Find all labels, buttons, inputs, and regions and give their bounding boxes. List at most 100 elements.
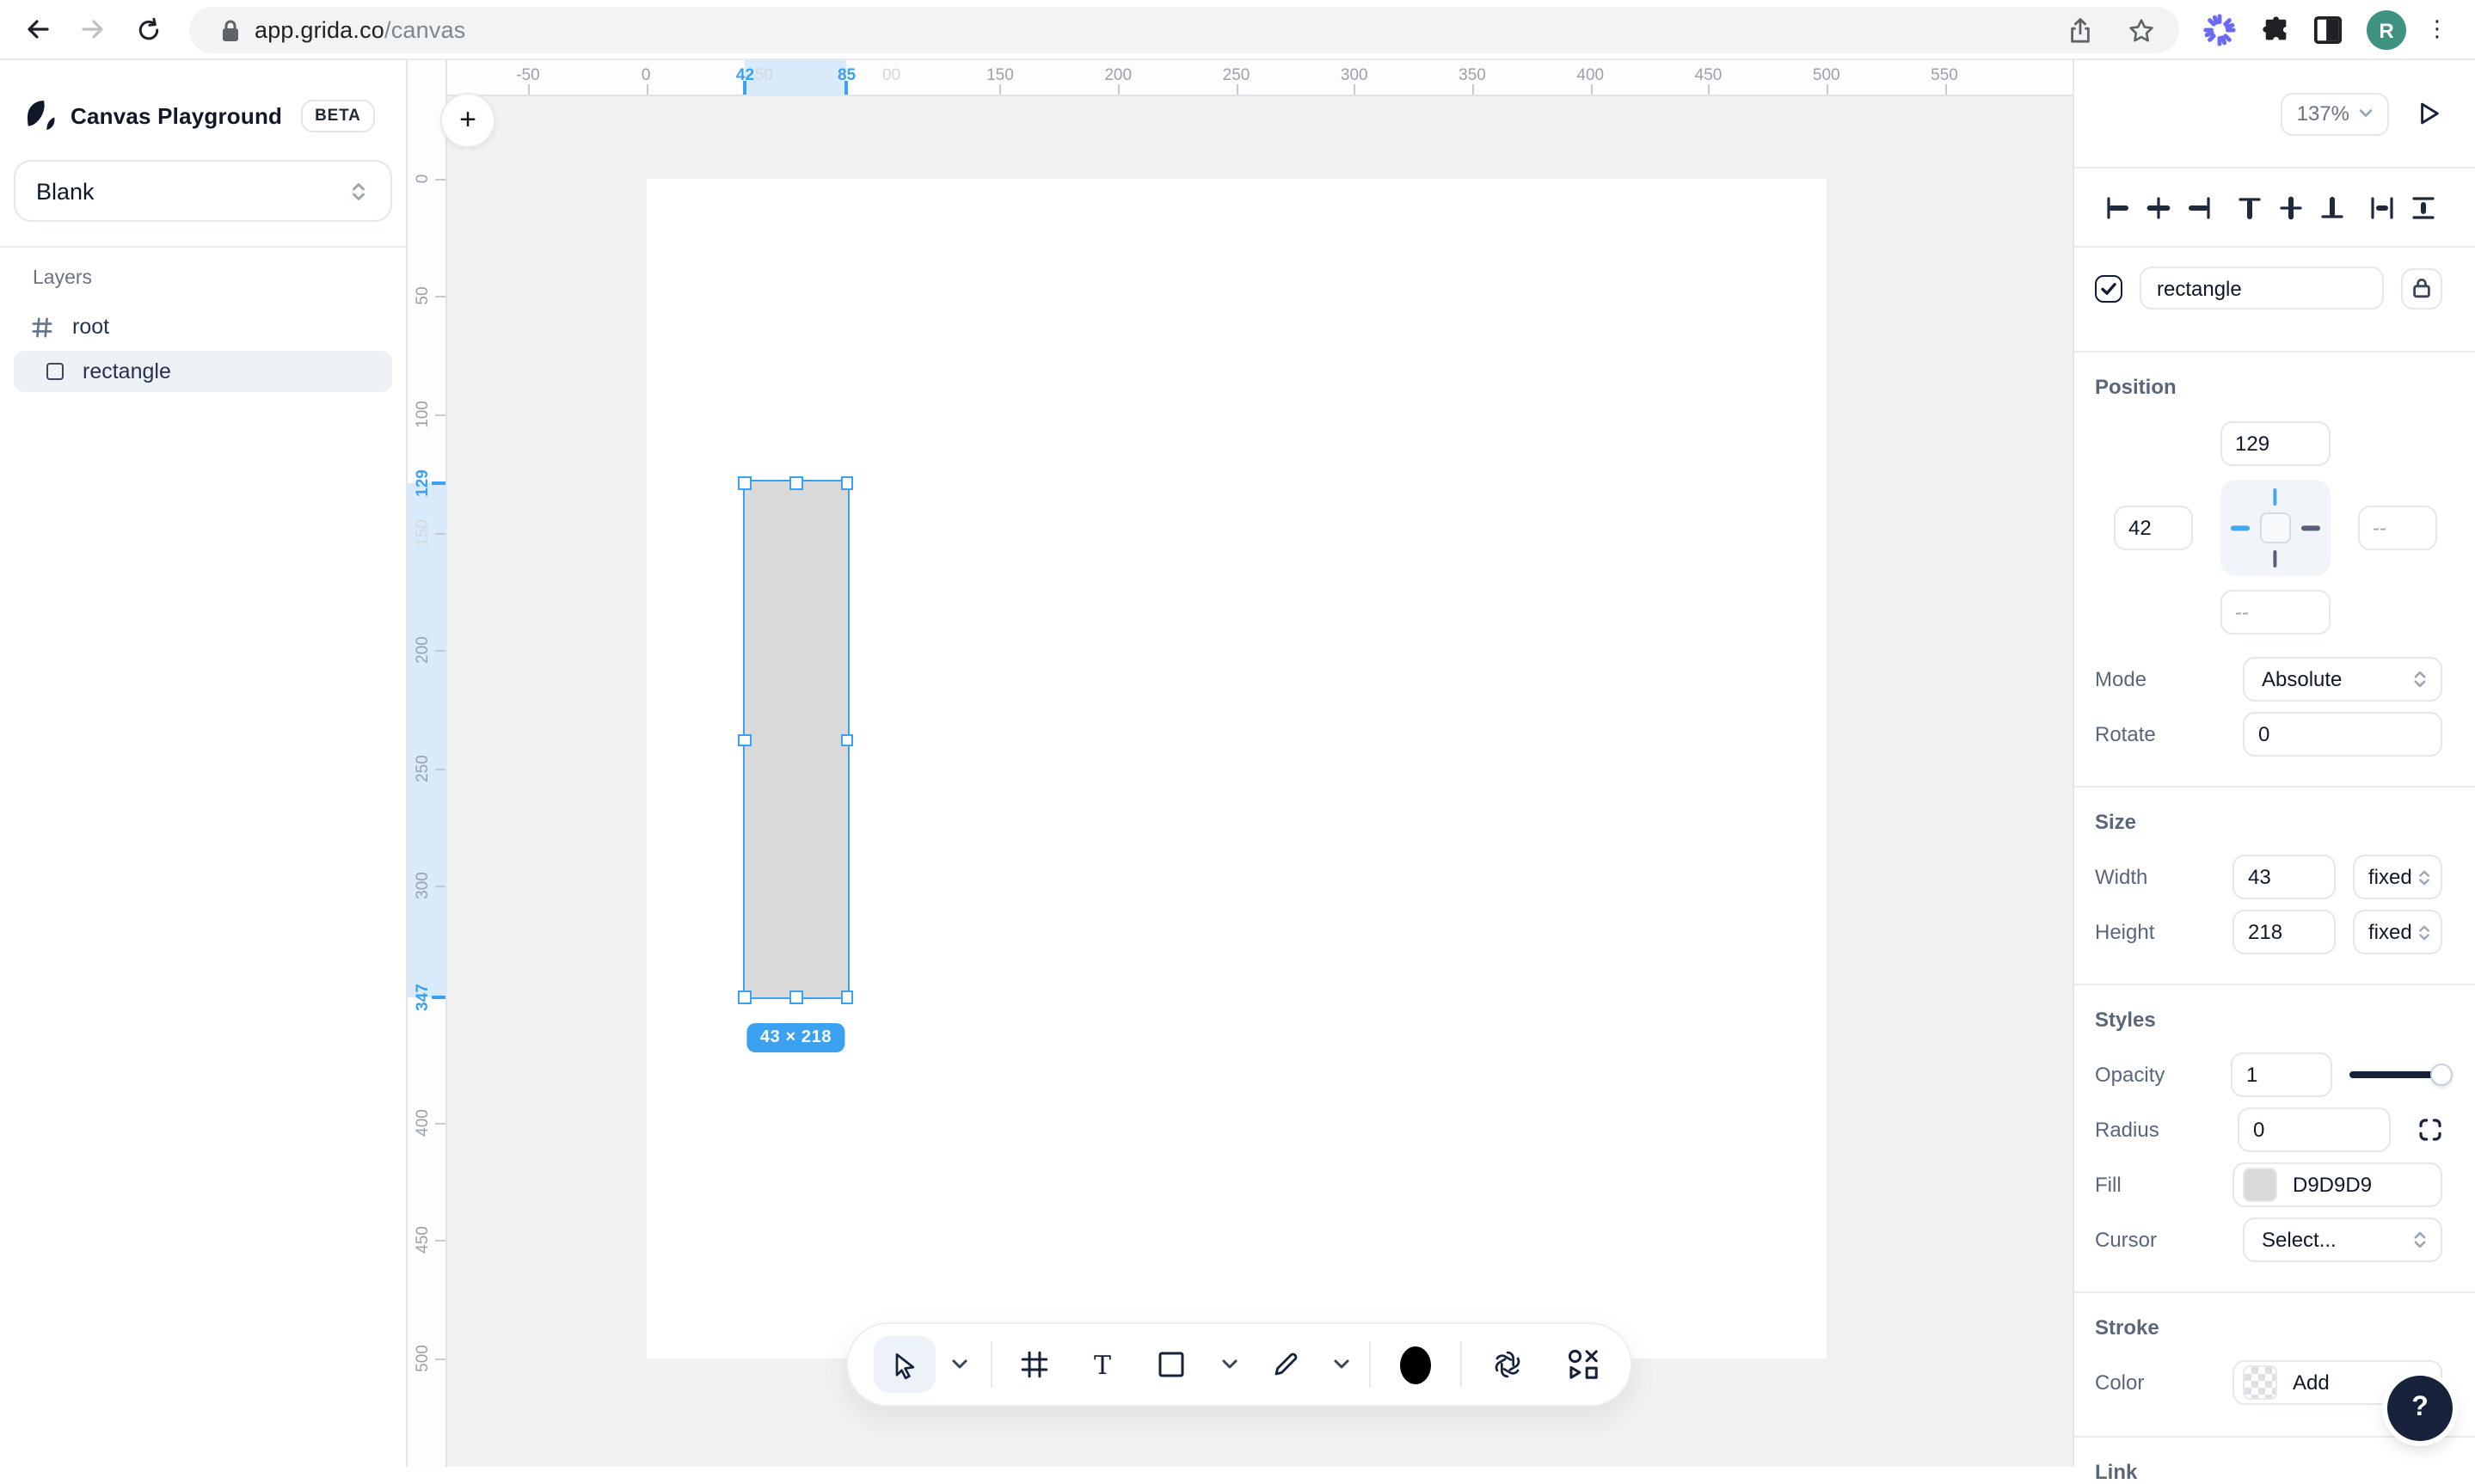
- layer-name: root: [72, 315, 109, 339]
- playground-shapes-button[interactable]: [1567, 1348, 1600, 1381]
- position-right-input[interactable]: --: [2357, 506, 2436, 550]
- share-icon[interactable]: [2067, 16, 2093, 44]
- selection-handle[interactable]: [739, 733, 752, 746]
- ruler-tick: 150: [986, 66, 1014, 85]
- plus-icon: +: [459, 103, 476, 138]
- forward-arrow-icon: [79, 15, 107, 43]
- template-select[interactable]: Blank: [14, 160, 392, 222]
- ruler-tick: 400: [414, 1109, 433, 1137]
- fill-color-control[interactable]: D9D9D9: [2232, 1162, 2442, 1207]
- distribute-vertical-button[interactable]: [2410, 193, 2437, 221]
- rectangle-tool-button[interactable]: [1158, 1350, 1185, 1379]
- ruler-tick: 300: [414, 873, 433, 900]
- ruler-tick: [435, 532, 445, 534]
- width-mode-select[interactable]: fixed: [2353, 855, 2442, 899]
- cursor-select[interactable]: Select...: [2243, 1217, 2442, 1262]
- selection-handle[interactable]: [739, 476, 752, 489]
- address-bar[interactable]: app.grida.co/canvas: [189, 7, 2179, 53]
- frame-tool-button[interactable]: [1020, 1350, 1049, 1379]
- ruler-tick: [432, 996, 445, 999]
- extension-spinner-icon[interactable]: [2198, 9, 2239, 50]
- transparent-swatch: [2243, 1365, 2277, 1400]
- zoom-select[interactable]: 137%: [2282, 92, 2389, 135]
- ruler-tick: [1354, 84, 1356, 95]
- node-name-input[interactable]: rectangle: [2140, 267, 2384, 310]
- selected-rectangle-node[interactable]: [742, 481, 849, 1000]
- bookmark-star-icon[interactable]: [2128, 16, 2155, 44]
- position-top-input[interactable]: 129: [2220, 421, 2330, 466]
- shape-tool-menu[interactable]: [1218, 1358, 1242, 1371]
- selection-handle[interactable]: [840, 476, 853, 489]
- browser-back-button[interactable]: [14, 5, 62, 53]
- align-left-button[interactable]: [2103, 193, 2131, 221]
- align-top-button[interactable]: [2236, 193, 2263, 221]
- selection-handle[interactable]: [789, 476, 802, 489]
- browser-forward-button[interactable]: [69, 5, 117, 53]
- ruler-tick: [435, 297, 445, 298]
- lock-node-button[interactable]: [2401, 267, 2442, 309]
- zoom-value: 137%: [2297, 101, 2349, 126]
- ellipse-swatch-button[interactable]: [1400, 1346, 1431, 1383]
- align-center-vertical-button[interactable]: [2277, 193, 2305, 221]
- height-input[interactable]: 218: [2232, 910, 2336, 954]
- text-tool-button[interactable]: T: [1094, 1349, 1111, 1380]
- browser-menu-kebab[interactable]: ⋮: [2425, 9, 2449, 50]
- layer-item-rectangle[interactable]: rectangle: [14, 351, 392, 392]
- chevrons-up-down-icon: [2410, 1228, 2430, 1252]
- opacity-input[interactable]: 1: [2231, 1052, 2332, 1097]
- distribute-horizontal-button[interactable]: [2368, 193, 2396, 221]
- mode-select[interactable]: Absolute: [2243, 657, 2442, 702]
- side-panel-icon[interactable]: [2306, 9, 2348, 50]
- add-canvas-button[interactable]: +: [440, 93, 495, 148]
- pencil-tool-button[interactable]: [1271, 1350, 1300, 1379]
- position-left-input[interactable]: 42: [2113, 506, 2192, 550]
- ruler-tick: [1709, 84, 1710, 95]
- selection-handle[interactable]: [789, 990, 802, 1003]
- selection-handle[interactable]: [840, 733, 853, 746]
- browser-reload-button[interactable]: [124, 5, 172, 53]
- opacity-slider[interactable]: [2349, 1071, 2442, 1078]
- extensions-puzzle-icon[interactable]: [2255, 9, 2296, 50]
- radius-input[interactable]: 0: [2238, 1107, 2391, 1152]
- ruler-tick: 350: [1459, 66, 1486, 85]
- width-input[interactable]: 43: [2232, 855, 2336, 899]
- rotate-input[interactable]: 0: [2243, 712, 2442, 757]
- anchor-center-box: [2259, 512, 2290, 543]
- cursor-tool-button[interactable]: [874, 1336, 936, 1393]
- shapes-grid-icon: [1567, 1348, 1600, 1381]
- selection-handle[interactable]: [739, 990, 752, 1003]
- selection-handle[interactable]: [840, 990, 853, 1003]
- align-right-button[interactable]: [2186, 193, 2214, 221]
- align-bottom-button[interactable]: [2318, 193, 2346, 221]
- position-anchor-widget[interactable]: [2220, 480, 2330, 576]
- chevron-down-icon: [951, 1358, 968, 1371]
- chevrons-up-down-icon: [2415, 921, 2434, 943]
- vertical-ruler: 050100129150200250300347400450500: [408, 60, 447, 1467]
- sidebar-divider: [0, 246, 406, 248]
- pencil-tool-menu[interactable]: [1330, 1358, 1354, 1371]
- node-active-checkbox[interactable]: [2095, 274, 2122, 302]
- ruler-tick: [435, 178, 445, 180]
- stroke-heading: Stroke: [2074, 1293, 2475, 1340]
- help-button[interactable]: ?: [2387, 1376, 2453, 1441]
- opacity-slider-thumb[interactable]: [2430, 1064, 2453, 1086]
- height-mode-value: fixed: [2368, 920, 2412, 944]
- height-mode-select[interactable]: fixed: [2353, 910, 2442, 954]
- canvas-viewport[interactable]: -50042508500150200250300350400450500550 …: [408, 60, 2073, 1467]
- ruler-tick: 50: [755, 66, 773, 85]
- frame-hash-icon: [1020, 1350, 1049, 1379]
- url-text: app.grida.co/canvas: [255, 17, 466, 43]
- cursor-tool-menu[interactable]: [948, 1358, 972, 1371]
- ruler-tick: -50: [516, 66, 539, 85]
- browser-profile-avatar[interactable]: R: [2367, 10, 2406, 50]
- corner-radius-button[interactable]: [2418, 1118, 2442, 1142]
- chevrons-up-down-icon: [347, 178, 370, 204]
- chevron-down-icon: [1221, 1358, 1238, 1371]
- openai-assistant-button[interactable]: [1491, 1348, 1524, 1381]
- play-button[interactable]: [2417, 100, 2442, 127]
- layer-item-root[interactable]: root: [14, 306, 392, 347]
- align-center-horizontal-button[interactable]: [2145, 193, 2172, 221]
- position-bottom-input[interactable]: --: [2220, 590, 2330, 635]
- ruler-tick: [1118, 84, 1120, 95]
- ruler-tick: 500: [1813, 66, 1840, 85]
